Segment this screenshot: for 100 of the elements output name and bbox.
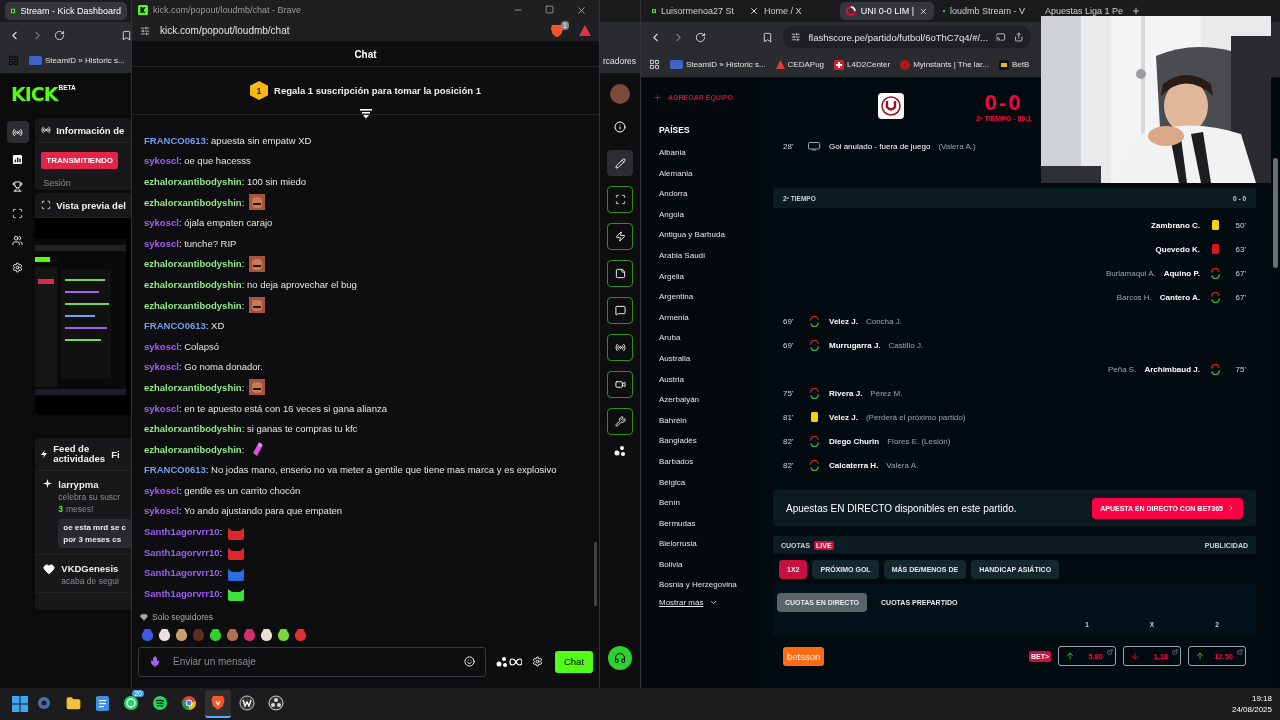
country-link[interactable]: Andorra [653, 184, 763, 205]
maximize-icon[interactable] [545, 4, 554, 14]
notepad-icon[interactable] [95, 695, 109, 711]
bookmark-link[interactable]: CEDAPug [775, 60, 825, 69]
tool-button[interactable] [607, 223, 633, 250]
browser-tab[interactable]: Stream - Kick Dashboard [5, 2, 127, 20]
reload-icon[interactable] [695, 31, 706, 43]
tool-button[interactable] [607, 371, 633, 398]
cast-icon[interactable] [996, 32, 1006, 42]
spotify-icon[interactable] [152, 695, 168, 711]
chat-username[interactable]: Santh1agorvrr10 [144, 567, 220, 579]
chat-username[interactable]: ezhalorxantibodyshin [144, 381, 242, 393]
chat-username[interactable]: ezhalorxantibodyshin [144, 278, 242, 290]
site-settings-icon[interactable] [140, 25, 150, 36]
browser-tab[interactable]: Luisormenoa27 St [646, 2, 740, 20]
points-icon[interactable] [496, 655, 522, 668]
country-link[interactable]: Arabia Saudí [653, 245, 763, 267]
headset-button[interactable] [608, 646, 632, 670]
bookmark-link[interactable]: Myinstants | The lar... [900, 59, 989, 70]
nav-button[interactable] [6, 121, 29, 143]
chat-username[interactable]: sykoscl [144, 484, 179, 496]
folder-icon[interactable] [65, 695, 81, 711]
bookmark-icon[interactable] [121, 29, 132, 41]
chat-username[interactable]: Santh1agorvrr10 [144, 587, 220, 599]
country-link[interactable]: Australia [653, 348, 763, 370]
country-link[interactable]: Barbados [653, 451, 763, 473]
country-link[interactable]: Albania [653, 143, 763, 164]
collapse-icon[interactable] [359, 109, 372, 119]
country-link[interactable]: Bielorrusia [653, 534, 763, 555]
tool-button[interactable] [607, 408, 633, 435]
country-link[interactable]: Antigua y Barbuda [653, 225, 763, 246]
filter-tab[interactable]: Fi [111, 448, 120, 460]
site-settings-icon[interactable] [791, 32, 801, 42]
bookmark-icon[interactable] [762, 31, 773, 43]
chat-username[interactable]: sykoscl [144, 340, 179, 352]
country-link[interactable]: Alemania [653, 163, 763, 185]
browser-tab[interactable]: Home / X [743, 2, 837, 20]
chat-username[interactable]: ezhalorxantibodyshin [144, 443, 242, 455]
browser-tab[interactable]: loudmb Stream - V [937, 2, 1031, 20]
chat-username[interactable]: Santh1agorvrr10 [144, 546, 220, 558]
chat-username[interactable]: sykoscl [144, 217, 179, 229]
close-icon[interactable] [576, 4, 587, 16]
close-icon[interactable] [919, 6, 928, 16]
chat-username[interactable]: FRANCO0613 [144, 320, 206, 332]
chat-username[interactable]: FRANCO0613 [144, 134, 206, 146]
chat-username[interactable]: sykoscl [144, 237, 179, 249]
country-link[interactable]: Austria [653, 369, 763, 391]
bookmark-link[interactable]: SteamID » Historic s... [29, 56, 125, 65]
team-logo[interactable] [878, 93, 904, 119]
chat-username[interactable]: sykoscl [144, 361, 179, 373]
show-more-link[interactable]: Mostrar más [653, 598, 763, 608]
settings-icon[interactable] [532, 656, 543, 668]
country-link[interactable]: Bolivia [653, 554, 763, 576]
obs-icon[interactable] [268, 695, 284, 711]
new-tab-icon[interactable] [1131, 6, 1141, 16]
emoji-icon[interactable] [464, 656, 475, 668]
country-link[interactable]: Azerbaiyán [653, 390, 763, 411]
dots-icon[interactable] [614, 445, 626, 457]
avatar[interactable] [610, 84, 630, 104]
browser-tab[interactable]: Apuestas Liga 1 Pe [1034, 2, 1128, 20]
triangle-icon[interactable] [579, 25, 591, 36]
edit-button[interactable] [607, 150, 633, 176]
send-button[interactable]: Chat [555, 650, 593, 673]
country-link[interactable]: Bahréin [653, 410, 763, 432]
bookmark-link[interactable]: SteamID » Historic s... [670, 60, 766, 69]
tool-button[interactable] [607, 260, 633, 287]
chat-username[interactable]: ezhalorxantibodyshin [144, 176, 242, 187]
chat-username[interactable]: sykoscl [144, 505, 179, 517]
country-link[interactable]: Angola [653, 204, 763, 226]
lion-icon[interactable] [211, 695, 225, 711]
whatsapp-icon[interactable] [123, 695, 139, 711]
address-bar[interactable]: kick.com/popout/loudmb/chat [160, 25, 541, 36]
message-input[interactable]: Enviar un mensaje [171, 655, 454, 669]
chat-username[interactable]: Santh1agorvrr10 [144, 526, 220, 538]
chat-username[interactable]: ezhalorxantibodyshin [144, 299, 242, 311]
country-link[interactable]: Argelia [653, 266, 763, 288]
country-link[interactable]: Armenia [653, 307, 763, 329]
tool-button[interactable] [607, 186, 633, 213]
message-field[interactable]: Enviar un mensaje [138, 646, 486, 677]
country-link[interactable]: Bosnia y Herzegovina [653, 575, 763, 597]
gear-icon[interactable] [37, 696, 51, 710]
microphone-icon[interactable] [149, 655, 161, 668]
country-link[interactable]: Bangladés [653, 431, 763, 452]
reload-icon[interactable] [54, 29, 65, 41]
chat-username[interactable]: sykoscl [144, 402, 179, 414]
country-link[interactable]: Bermudas [653, 513, 763, 535]
browser-tab[interactable]: UNI 0-0 LIM | [840, 2, 934, 20]
tool-button[interactable] [607, 297, 633, 324]
chat-username[interactable]: ezhalorxantibodyshin [144, 423, 242, 435]
start-icon[interactable] [12, 696, 28, 712]
bookmark-link[interactable]: BetB [998, 59, 1030, 70]
share-icon[interactable] [1013, 32, 1023, 42]
bookmark-link[interactable]: L4D2Center [834, 59, 891, 70]
apps-icon[interactable] [649, 59, 660, 70]
chat-username[interactable]: FRANCO0613 [144, 464, 206, 476]
info-icon[interactable] [614, 121, 626, 133]
address-bar[interactable]: flashscore.pe/partido/futbol/6oThC7q4/#/... [783, 26, 1031, 48]
country-link[interactable]: Benín [653, 493, 763, 514]
chat-username[interactable]: ezhalorxantibodyshin [144, 196, 242, 208]
taskbar-app[interactable] [205, 690, 231, 718]
